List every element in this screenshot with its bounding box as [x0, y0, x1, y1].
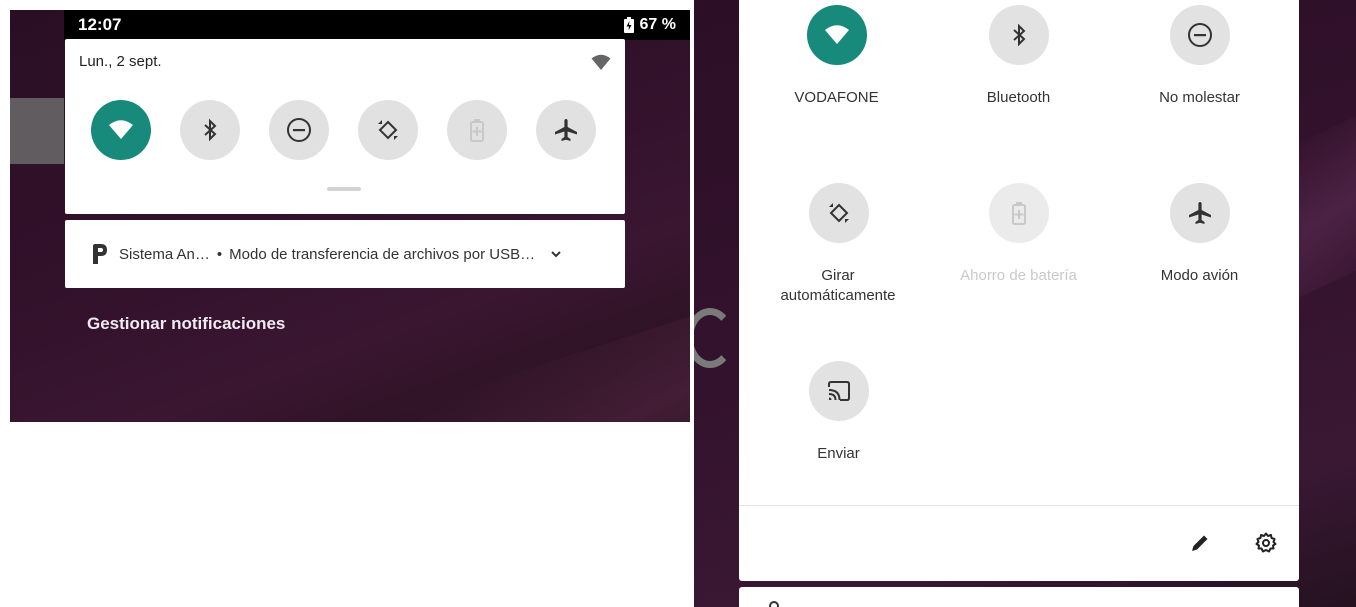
- airplane-icon: [555, 119, 577, 141]
- wifi-signal-icon: [591, 54, 611, 70]
- battery-saver-tile-label: Ahorro de batería: [960, 267, 1077, 284]
- bluetooth-icon: [1012, 23, 1025, 47]
- wifi-tile[interactable]: VODAFONE: [746, 5, 927, 108]
- collapsed-shade-screenshot: 12:07 67 % Lun., 2 sept. Sistema An… • M…: [10, 10, 690, 422]
- wifi-tile-button[interactable]: [806, 5, 867, 65]
- cast-tile-button[interactable]: [808, 361, 869, 421]
- status-time: 12:07: [78, 15, 122, 34]
- expand-drag-handle[interactable]: [327, 187, 361, 191]
- wallpaper-streak: [415, 282, 690, 422]
- quick-settings-header[interactable]: Lun., 2 sept.: [65, 39, 625, 214]
- wifi-icon: [109, 120, 133, 139]
- status-indicators: 67 %: [623, 16, 676, 34]
- bluetooth-tile-label: Bluetooth: [986, 89, 1051, 106]
- gear-icon[interactable]: [1255, 532, 1277, 554]
- bluetooth-icon: [204, 118, 217, 142]
- notification-separator: •: [216, 245, 223, 263]
- pencil-icon[interactable]: [1189, 532, 1211, 554]
- do-not-disturb-tile-button[interactable]: [1169, 5, 1230, 65]
- notification-text: Modo de transferencia de archivos por US…: [229, 245, 536, 263]
- auto-rotate-tile-label: Girar automáticamente: [780, 267, 896, 304]
- airplane-icon: [1188, 202, 1211, 224]
- battery-saver-icon: [470, 119, 484, 142]
- quick-settings-tile-row: [91, 100, 596, 160]
- cast-icon: [827, 381, 850, 401]
- next-notification-card[interactable]: [739, 587, 1299, 607]
- battery-saver-tile[interactable]: [447, 100, 507, 160]
- bluetooth-tile[interactable]: [180, 100, 240, 160]
- wifi-tile-label: VODAFONE: [794, 89, 879, 106]
- wifi-icon: [824, 25, 849, 44]
- battery-level: 67 %: [639, 16, 676, 33]
- footer-divider: [739, 505, 1299, 506]
- usb-notification[interactable]: Sistema An… • Modo de transferencia de a…: [65, 220, 625, 288]
- do-not-disturb-tile-label: No molestar: [1159, 89, 1240, 106]
- airplane-mode-tile[interactable]: Modo avión: [1109, 183, 1290, 286]
- battery-saver-icon: [1011, 202, 1026, 225]
- auto-rotate-tile-button[interactable]: [808, 183, 869, 243]
- do-not-disturb-icon: [287, 118, 311, 142]
- notification-icon: [769, 601, 779, 607]
- battery-saver-tile[interactable]: Ahorro de batería: [928, 183, 1109, 286]
- manage-notifications-button[interactable]: Gestionar notificaciones: [87, 314, 285, 334]
- date-label: Lun., 2 sept.: [79, 53, 162, 70]
- loading-arc: [694, 308, 734, 368]
- auto-rotate-tile[interactable]: Girar automáticamente: [748, 183, 929, 306]
- status-bar: 12:07 67 %: [64, 10, 690, 40]
- battery-charging-icon: [623, 17, 634, 33]
- bluetooth-tile-button[interactable]: [988, 5, 1049, 65]
- quick-settings-panel: VODAFONE Bluetooth No molestar Girar aut…: [739, 0, 1299, 581]
- chevron-down-icon[interactable]: [549, 247, 563, 261]
- cast-tile[interactable]: Enviar: [748, 361, 929, 464]
- auto-rotate-icon: [378, 120, 398, 140]
- wifi-tile[interactable]: [91, 100, 151, 160]
- auto-rotate-tile[interactable]: [358, 100, 418, 160]
- bluetooth-tile[interactable]: Bluetooth: [928, 5, 1109, 108]
- battery-saver-tile-button[interactable]: [988, 183, 1049, 243]
- auto-rotate-icon: [828, 203, 849, 223]
- do-not-disturb-tile[interactable]: No molestar: [1109, 5, 1290, 108]
- notification-app-name: Sistema An…: [119, 245, 210, 263]
- do-not-disturb-icon: [1187, 23, 1212, 47]
- airplane-mode-tile-button[interactable]: [1169, 183, 1230, 243]
- do-not-disturb-tile[interactable]: [269, 100, 329, 160]
- cast-tile-label: Enviar: [817, 445, 860, 462]
- airplane-mode-tile-label: Modo avión: [1160, 267, 1239, 284]
- expanded-quick-settings-screenshot: VODAFONE Bluetooth No molestar Girar aut…: [694, 0, 1356, 607]
- background-app-fragment: [10, 98, 64, 164]
- airplane-mode-tile[interactable]: [536, 100, 596, 160]
- android-system-icon: [93, 244, 107, 264]
